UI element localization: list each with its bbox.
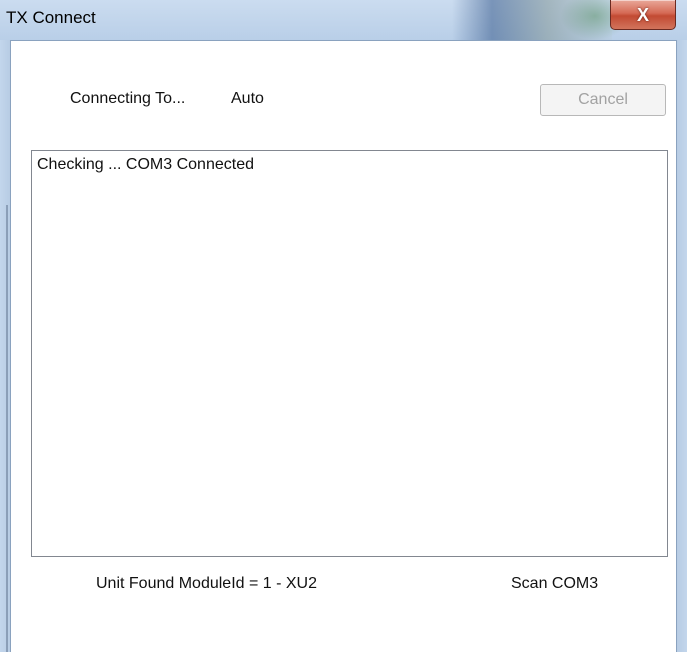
unit-found-status: Unit Found ModuleId = 1 - XU2 [96, 575, 318, 592]
window-frame-shadow [6, 205, 8, 652]
close-icon: X [636, 4, 649, 25]
connection-log[interactable]: Checking ... COM3 Connected [31, 150, 668, 557]
title-bar[interactable]: TX Connect X [0, 0, 687, 40]
window-frame-right [676, 40, 687, 652]
connecting-to-label: Connecting To... [70, 90, 186, 107]
connecting-to-value: Auto [231, 90, 264, 107]
window-title: TX Connect [6, 8, 96, 27]
scan-status: Scan COM3 [511, 575, 599, 592]
close-button[interactable]: X [610, 0, 676, 30]
log-line: Checking ... COM3 Connected [37, 156, 254, 173]
cancel-button[interactable]: Cancel [540, 84, 666, 116]
